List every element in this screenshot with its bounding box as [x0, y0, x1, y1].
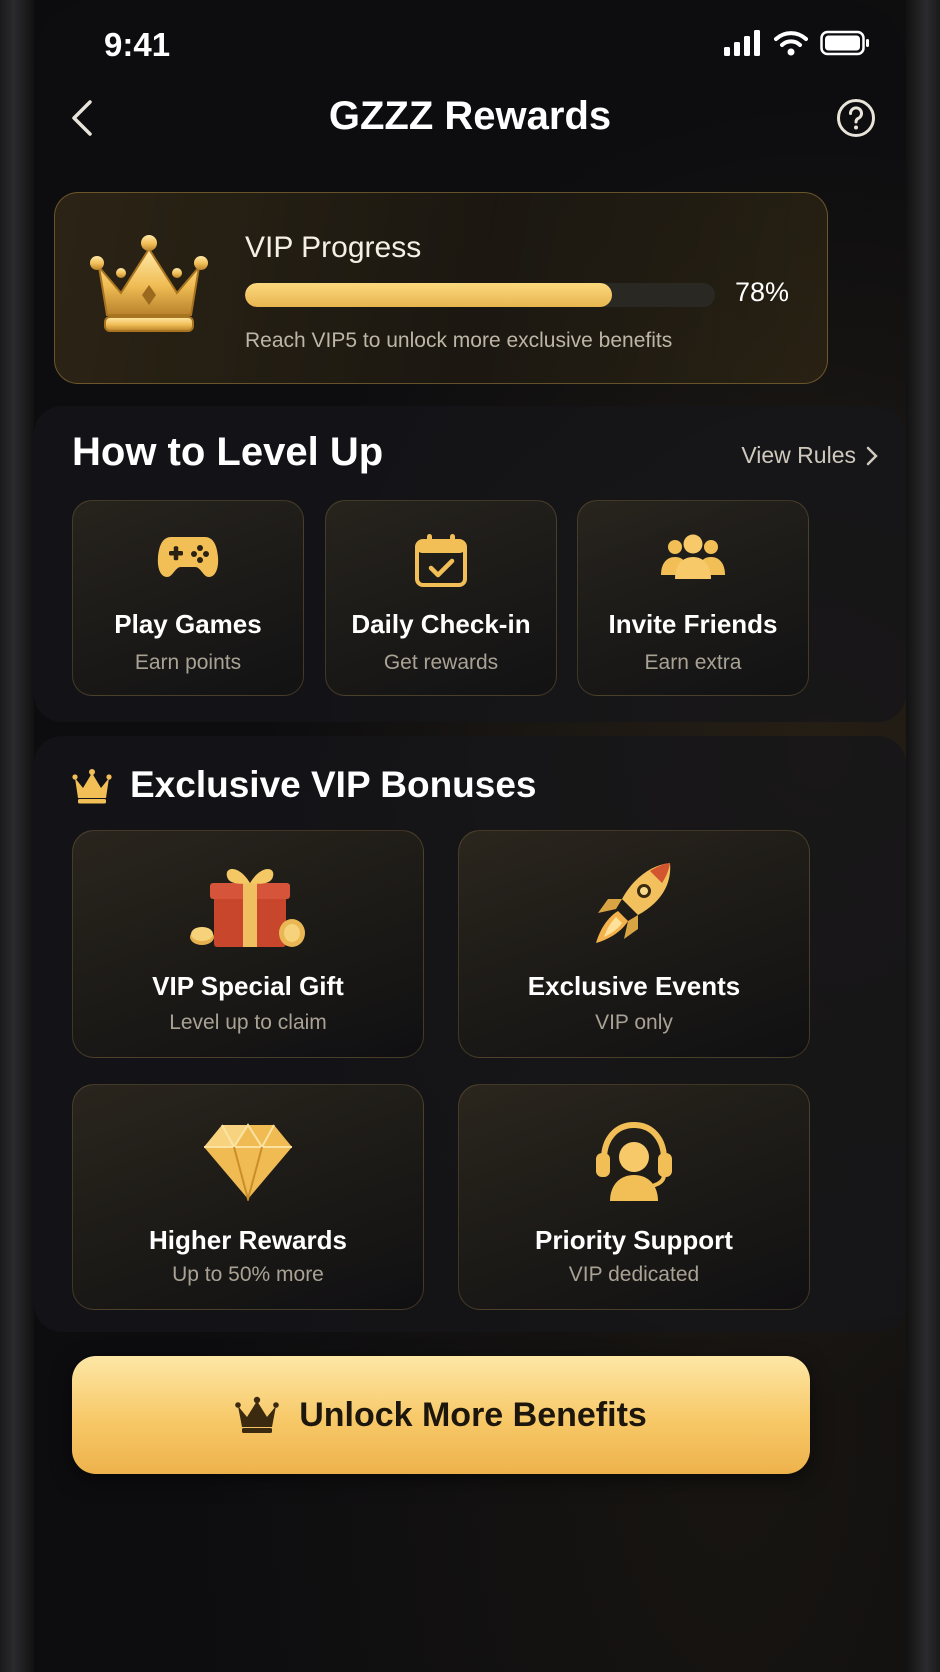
view-rules-link[interactable]: View Rules: [741, 442, 878, 469]
chevron-right-icon: [866, 446, 878, 465]
rocket-icon: [596, 863, 671, 943]
vip-progress-percent: 78%: [735, 277, 790, 307]
level-up-section: How to Level Up View Rules Play Games Ea…: [34, 406, 906, 722]
diamond-icon: [204, 1123, 292, 1201]
vip-bonuses-section: Exclusive VIP Bonuses VIP Special Gift L…: [34, 736, 906, 1332]
gamepad-icon: [157, 537, 219, 577]
phone-bezel-left: [0, 0, 34, 1672]
users-icon: [661, 534, 725, 579]
step-subtitle: Get rewards: [383, 651, 499, 674]
crown-icon: [235, 1396, 279, 1433]
status-time: 9:41: [104, 26, 171, 63]
view-rules-label: View Rules: [741, 442, 856, 468]
crown-icon: [72, 769, 112, 804]
step-subtitle: Earn points: [134, 651, 242, 674]
step-invite-friends[interactable]: Invite Friends Earn extra: [577, 500, 809, 696]
vip-progress-fill: [245, 283, 612, 307]
bonus-title: Higher Rewards: [149, 1225, 347, 1255]
bonus-exclusive-events[interactable]: Exclusive Events VIP only: [458, 830, 810, 1058]
battery-icon: [820, 30, 869, 56]
app-screen: 9:41 GZZZ Rewards VIP Progress 78% Reach…: [34, 0, 906, 1672]
bonus-title: VIP Special Gift: [152, 971, 344, 1001]
bonus-subtitle: VIP dedicated: [568, 1263, 700, 1286]
unlock-more-benefits-button[interactable]: Unlock More Benefits: [72, 1356, 810, 1474]
vip-progress-card: VIP Progress 78% Reach VIP5 to unlock mo…: [54, 192, 828, 384]
page-title: GZZZ Rewards: [328, 94, 612, 138]
vip-progress-title: VIP Progress: [245, 231, 422, 264]
bonus-title: Priority Support: [535, 1225, 733, 1255]
calendar-check-icon: [415, 534, 467, 587]
cta-label: Unlock More Benefits: [299, 1395, 647, 1434]
step-play-games[interactable]: Play Games Earn points: [72, 500, 304, 696]
help-button[interactable]: [836, 98, 876, 138]
status-icons: [724, 30, 870, 56]
phone-bezel-right: [906, 0, 940, 1672]
bonus-higher-rewards[interactable]: Higher Rewards Up to 50% more: [72, 1084, 424, 1310]
bonus-priority-support[interactable]: Priority Support VIP dedicated: [458, 1084, 810, 1310]
bonus-vip-special-gift[interactable]: VIP Special Gift Level up to claim: [72, 830, 424, 1058]
step-subtitle: Earn extra: [644, 651, 742, 674]
question-circle-icon: [837, 99, 875, 137]
step-daily-check-in[interactable]: Daily Check-in Get rewards: [325, 500, 557, 696]
wifi-icon: [774, 31, 808, 56]
crown-icon: [90, 235, 208, 332]
phone-frame: 9:41 GZZZ Rewards VIP Progress 78% Reach…: [0, 0, 940, 1672]
headset-icon: [596, 1121, 672, 1201]
vip-progress-subtitle: Reach VIP5 to unlock more exclusive bene…: [245, 329, 673, 352]
step-title: Invite Friends: [608, 609, 778, 639]
bonuses-title: Exclusive VIP Bonuses: [130, 764, 537, 805]
step-title: Play Games: [114, 609, 262, 639]
bonus-subtitle: Up to 50% more: [172, 1263, 324, 1286]
bonus-subtitle: Level up to claim: [169, 1011, 327, 1034]
step-title: Daily Check-in: [351, 609, 531, 639]
bonus-title: Exclusive Events: [527, 971, 741, 1001]
vip-progress-bar: [245, 283, 715, 307]
bonus-subtitle: VIP only: [595, 1011, 673, 1034]
gift-icon: [190, 869, 305, 947]
signal-icon: [724, 30, 760, 56]
level-up-title: How to Level Up: [72, 430, 384, 474]
